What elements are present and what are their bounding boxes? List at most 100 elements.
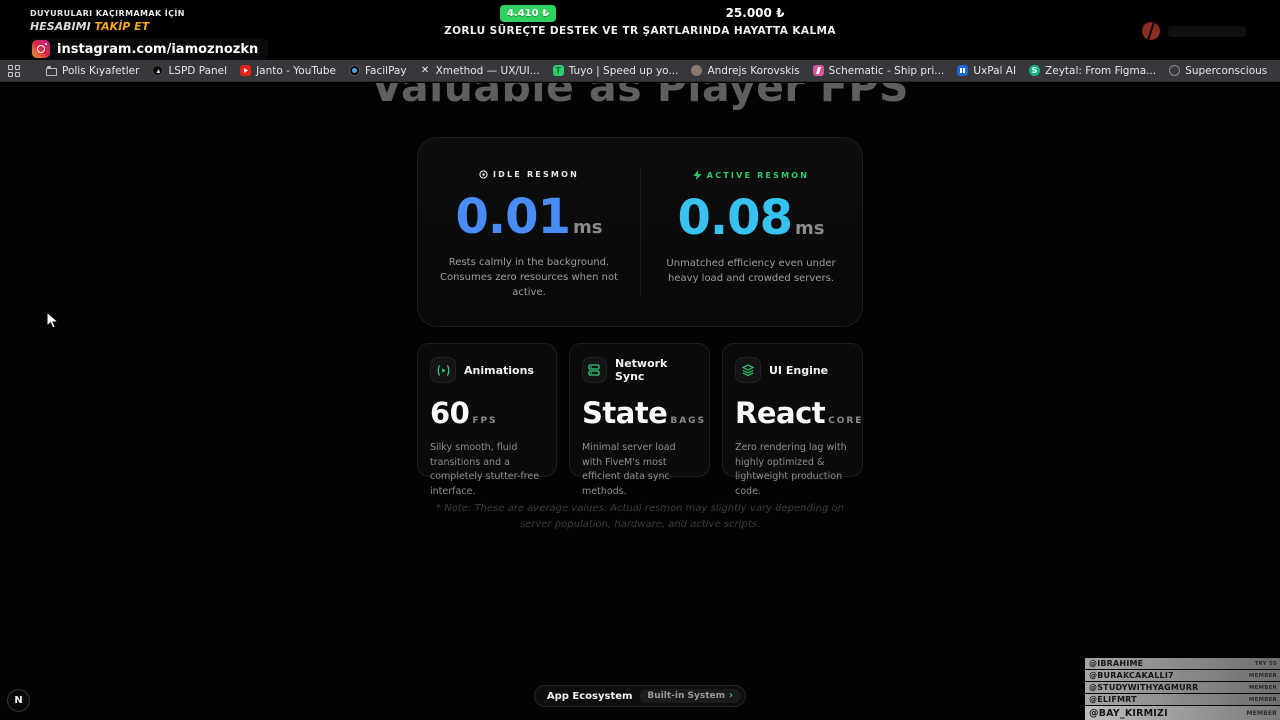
active-resmon-label-row: ACTIVE RESMON — [640, 170, 862, 180]
chevron-right-icon: › — [729, 690, 734, 701]
server-icon — [582, 357, 607, 383]
donation-goal: 25.000 ₺ — [725, 6, 785, 20]
apps-grid-icon[interactable] — [8, 64, 20, 77]
stream-logo — [1142, 20, 1252, 46]
screen: DUYURULARI KAÇIRMAMAK İÇİN HESABIMI TAKİ… — [0, 0, 1280, 720]
bookmark-label: Andrejs Korovskis — [707, 64, 800, 77]
bookmark-zeytal[interactable]: Zeytal: From Figma... — [1029, 65, 1156, 77]
card-header: UI Engine — [735, 357, 850, 383]
resmon-note-text: * Note: These are average values. Actual… — [436, 503, 844, 530]
idle-resmon-stat: IDLE RESMON 0.01 ms Rests calmly in the b… — [418, 138, 640, 326]
chat-badge: MEMBER — [1248, 672, 1277, 679]
bookmark-lspd-panel[interactable]: LSPD Panel — [152, 65, 227, 77]
bookmark-tuyo[interactable]: Tuyo | Speed up yo... — [552, 64, 679, 77]
built-in-system-label: Built-in System — [647, 691, 726, 701]
schematic-favicon-icon — [812, 65, 824, 76]
active-resmon-label: ACTIVE RESMON — [706, 170, 810, 180]
card-value: React — [735, 396, 826, 430]
bookmark-schematic[interactable]: Schematic - Ship pri... — [812, 64, 945, 77]
zeytal-favicon-icon — [1029, 65, 1041, 76]
idle-value-row: 0.01 ms — [418, 193, 640, 241]
card-title: Animations — [464, 363, 534, 377]
idle-resmon-label: IDLE RESMON — [492, 170, 579, 179]
chat-row: @IBRAHIME TRY 55 — [1085, 658, 1280, 669]
stats-divider — [640, 168, 641, 296]
instagram-handle: instagram.com/iamoznozkn — [57, 41, 259, 57]
logo-wordmark — [1168, 26, 1246, 37]
card-desc: Silky smooth, fluid transitions and a co… — [430, 442, 540, 498]
bookmark-label: Janto - YouTube — [256, 64, 336, 77]
chat-username: @BURAKCAKALLI7 — [1089, 671, 1174, 680]
active-resmon-stat: ACTIVE RESMON 0.08 ms Unmatched efficienc… — [640, 138, 862, 326]
active-resmon-value: 0.08 — [677, 190, 793, 246]
bookmark-label: FacilPay — [364, 64, 407, 77]
chat-username: @BAY_KIRMIZI — [1089, 707, 1168, 719]
resmon-note: * Note: These are average values. Actual… — [0, 501, 1280, 532]
bolt-icon — [693, 170, 702, 180]
donation-current-badge: 4.410 ₺ — [500, 5, 556, 22]
card-value: 60 — [430, 396, 470, 430]
card-value-row: State BAGS — [582, 399, 704, 428]
bookmark-polis-kiyafetler[interactable]: Polis Kıyafetler — [46, 65, 139, 77]
chat-badge: TRY 55 — [1254, 660, 1277, 667]
active-resmon-desc: Unmatched efficiency even under heavy lo… — [666, 258, 836, 284]
card-desc: Minimal server load with FiveM's most ef… — [582, 442, 676, 498]
logo-mark-icon — [1142, 22, 1160, 40]
idle-resmon-unit: ms — [572, 217, 603, 238]
mouse-cursor — [46, 311, 59, 329]
card-title: Network Sync — [614, 357, 668, 383]
idle-resmon-label-row: IDLE RESMON — [418, 170, 640, 179]
bookmark-superconscious[interactable]: Superconscious — [1169, 65, 1267, 77]
bookmark-facilpay[interactable]: FacilPay — [348, 64, 407, 77]
announce-line1: DUYURULARI KAÇIRMAMAK İÇİN — [30, 9, 185, 18]
card-suffix: FPS — [472, 416, 498, 426]
card-title: UI Engine — [769, 363, 829, 377]
card-value-row: 60 FPS — [430, 399, 544, 428]
chat-badge: MEMBER — [1248, 696, 1277, 703]
superconscious-favicon-icon — [1169, 65, 1181, 76]
idle-resmon-value: 0.01 — [455, 189, 571, 245]
bookmark-label: Tuyo | Speed up yo... — [568, 64, 679, 77]
card-desc: Zero rendering lag with highly optimized… — [735, 442, 847, 498]
card-suffix: BAGS — [670, 416, 707, 426]
bookmark-xmethod[interactable]: ✕ Xmethod — UX/UI... — [420, 65, 540, 77]
chat-overlay: @IBRAHIME TRY 55 @BURAKCAKALLI7 MEMBER @… — [1085, 657, 1280, 720]
feature-cards-row: Animations 60 FPS Silky smooth, fluid tra… — [417, 343, 864, 497]
resmon-stats-card: IDLE RESMON 0.01 ms Rests calmly in the b… — [417, 137, 863, 327]
card-suffix: CORE — [828, 416, 864, 426]
instagram-bar: instagram.com/iamoznozkn — [30, 38, 269, 60]
stream-top-overlay: DUYURULARI KAÇIRMAMAK İÇİN HESABIMI TAKİ… — [0, 0, 1280, 60]
chat-badge: MEMBER — [1248, 684, 1277, 691]
bookmark-label: UxPal AI — [973, 64, 1017, 77]
chat-row: @STUDYWITHYAGMURR MEMBER — [1085, 682, 1280, 693]
app-ecosystem-pill[interactable]: App Ecosystem Built-in System › — [533, 685, 747, 707]
bookmark-andrejs-korovskis[interactable]: Andrejs Korovskis — [691, 64, 800, 77]
bookmark-label: LSPD Panel — [168, 64, 228, 77]
lspd-favicon-icon — [152, 65, 164, 76]
webpage: Valuable as Player FPS IDLE RESMON 0.01 m… — [0, 83, 1280, 720]
donation-caption: ZORLU SÜREÇTE DESTEK VE TR ŞARTLARINDA H… — [444, 25, 836, 37]
bookmark-janto-youtube[interactable]: Janto - YouTube — [240, 65, 336, 77]
avatar-icon — [691, 65, 703, 76]
chat-row: @ELIFMRT MEMBER — [1085, 694, 1280, 705]
animations-card: Animations 60 FPS Silky smooth, fluid tra… — [417, 343, 557, 497]
ui-engine-card: UI Engine React CORE Zero rendering lag w… — [722, 343, 864, 497]
built-in-system-badge: Built-in System › — [639, 689, 742, 703]
bookmark-label: Zeytal: From Figma... — [1045, 64, 1157, 77]
bookmark-label: Polis Kıyafetler — [62, 64, 140, 77]
chat-username: @ELIFMRT — [1089, 695, 1137, 704]
page-title: Valuable as Player FPS — [370, 83, 909, 111]
uxpal-favicon-icon — [957, 65, 969, 76]
app-ecosystem-label: App Ecosystem — [546, 690, 633, 702]
chat-row: @BURAKCAKALLI7 MEMBER — [1085, 670, 1280, 681]
bookmark-label: Schematic - Ship pri... — [828, 64, 945, 77]
bookmark-uxpal-ai[interactable]: UxPal AI — [957, 65, 1016, 77]
motion-icon — [430, 357, 456, 383]
card-header: Network Sync — [582, 357, 697, 383]
bookmark-label: Superconscious — [1185, 64, 1268, 77]
nextjs-badge: N — [7, 689, 30, 712]
chat-username: @STUDYWITHYAGMURR — [1089, 683, 1199, 692]
idle-resmon-desc: Rests calmly in the background. Consumes… — [439, 257, 619, 298]
folder-icon — [46, 65, 57, 76]
moon-icon — [479, 170, 488, 179]
